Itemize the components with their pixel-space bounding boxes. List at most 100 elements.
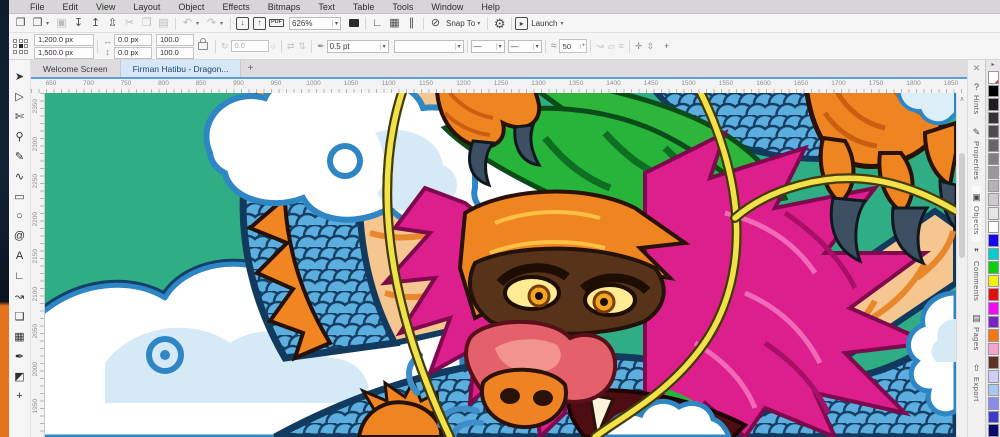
vertical-ruler[interactable]: 2350230022502200215021002050200019501900… (31, 93, 45, 437)
color-swatch-13[interactable] (987, 261, 999, 274)
docker-tab-hints[interactable]: ? Hints (972, 76, 981, 121)
menu-object[interactable]: Object (169, 2, 213, 12)
color-swatch-4[interactable] (987, 138, 999, 152)
color-swatch-22[interactable] (987, 383, 999, 397)
new-document-tab-button[interactable]: + (241, 60, 259, 77)
line-style-combo[interactable]: ▾ (393, 39, 464, 53)
menu-help[interactable]: Help (472, 2, 509, 12)
menu-table[interactable]: Table (344, 2, 384, 12)
save-button[interactable]: ▣ (53, 16, 70, 31)
docker-tab-properties[interactable]: ✎ Properties (972, 121, 981, 186)
color-swatch-18[interactable] (987, 329, 999, 342)
new-document-button[interactable]: ❐ (12, 16, 29, 31)
scale-x-field[interactable]: 100.0 (156, 33, 194, 46)
docker-tab-export[interactable]: ⇧ Export (972, 357, 981, 408)
zoom-tool[interactable]: ⚲ (11, 126, 29, 146)
spinner-buttons[interactable]: + (579, 43, 587, 49)
menu-tools[interactable]: Tools (383, 2, 422, 12)
horizontal-ruler[interactable]: units 6507007508008509009501000105011001… (31, 79, 985, 94)
rotation-angle-field[interactable]: 0.0 (230, 40, 269, 52)
show-grid-button[interactable]: ▦ (386, 16, 403, 31)
polygon-tool[interactable]: @ (11, 226, 29, 246)
two-point-line-tool[interactable]: ∿ (11, 166, 29, 186)
align-button[interactable]: ≡ (619, 41, 624, 51)
menu-layout[interactable]: Layout (124, 2, 169, 12)
fullscreen-preview-button[interactable] (345, 16, 362, 31)
dimension-tool[interactable]: ∟ (11, 266, 29, 286)
document-tab-0[interactable]: Welcome Screen (31, 60, 121, 77)
text-wrap-button[interactable]: ↝ (596, 41, 604, 52)
eyedropper-tool[interactable]: ✒ (11, 346, 29, 366)
color-swatch-24[interactable] (987, 410, 999, 424)
scrollbar-thumb[interactable] (959, 153, 965, 258)
object-width-field[interactable]: 0.0 px (114, 33, 152, 46)
color-swatch-6[interactable] (987, 166, 999, 179)
show-guidelines-button[interactable]: ∥ (403, 16, 420, 31)
arrow-end-combo[interactable]: — ▾ (507, 39, 542, 53)
color-swatch-7[interactable] (987, 179, 999, 193)
export-button[interactable]: ↑ (251, 16, 268, 31)
outline-width-combo[interactable]: 0.5 pt ▾ (326, 39, 389, 53)
scale-y-field[interactable]: 100.0 (156, 46, 194, 59)
redo-dropdown-arrow[interactable]: ▾ (220, 20, 227, 27)
palette-scroll-arrow[interactable]: ▸ (991, 60, 994, 70)
color-swatch-3[interactable] (987, 125, 999, 138)
snap-to-dropdown[interactable]: Snap To (446, 19, 475, 28)
lock-ratio-button[interactable] (198, 38, 208, 50)
connector-tool[interactable]: ↝ (11, 286, 29, 306)
cloud-save-button[interactable]: ↥ (87, 16, 104, 31)
cloud-open-button[interactable]: ↧ (70, 16, 87, 31)
color-swatch-none[interactable] (987, 70, 999, 84)
add-tool-button[interactable]: + (11, 386, 29, 406)
color-swatch-15[interactable] (987, 288, 999, 302)
menu-effects[interactable]: Effects (213, 2, 258, 12)
mirror-vertical-button[interactable]: ⇅ (299, 41, 307, 52)
copy-button[interactable]: ❐ (138, 16, 155, 31)
redo-button[interactable]: ↷ (203, 16, 220, 31)
transparency-tool[interactable]: ▦ (11, 326, 29, 346)
docker-tab-objects[interactable]: ▣ Objects (972, 185, 981, 241)
rectangle-tool[interactable]: ▭ (11, 186, 29, 206)
color-swatch-1[interactable] (987, 98, 999, 111)
color-swatch-23[interactable] (987, 397, 999, 410)
color-swatch-16[interactable] (987, 302, 999, 315)
object-height-field[interactable]: 0.0 px (114, 46, 152, 59)
launch-arrow[interactable]: ▾ (560, 20, 567, 27)
drop-shadow-tool[interactable]: ❑ (11, 306, 29, 326)
color-swatch-19[interactable] (987, 342, 999, 356)
color-swatch-11[interactable] (987, 234, 999, 247)
color-swatch-21[interactable] (987, 370, 999, 383)
color-swatch-20[interactable] (987, 356, 999, 370)
canvas-vertical-scrollbar[interactable]: ∧ (956, 93, 967, 437)
share-button[interactable]: ⇫ (104, 16, 121, 31)
cut-button[interactable]: ✂ (121, 16, 138, 31)
menu-window[interactable]: Window (422, 2, 472, 12)
open-button[interactable]: ❒ (29, 16, 46, 31)
menu-text[interactable]: Text (309, 2, 344, 12)
options-gear-button[interactable]: ⚙ (491, 16, 508, 31)
color-swatch-8[interactable] (987, 193, 999, 206)
text-tool[interactable]: A (11, 246, 29, 266)
color-swatch-2[interactable] (987, 111, 999, 125)
object-origin-widget[interactable] (13, 38, 28, 54)
drawing-canvas[interactable] (45, 93, 956, 437)
show-rulers-button[interactable]: ∟ (369, 16, 386, 31)
shape-tool[interactable]: ▷ (11, 86, 29, 106)
arrow-start-combo[interactable]: — ▾ (470, 39, 505, 53)
scrollbar-up-arrow[interactable]: ∧ (957, 93, 967, 104)
document-tab-1[interactable]: Firman Hatibu - Dragon... (120, 60, 242, 77)
docker-tab-comments[interactable]: ❞ Comments (972, 241, 981, 307)
snap-center-button[interactable]: ✛ (635, 41, 643, 52)
undo-dropdown-arrow[interactable]: ▾ (196, 20, 203, 27)
color-swatch-9[interactable] (987, 206, 999, 220)
color-swatch-10[interactable] (987, 220, 999, 234)
menu-bitmaps[interactable]: Bitmaps (259, 2, 310, 12)
interactive-fill-tool[interactable]: ◩ (11, 366, 29, 386)
undo-button[interactable]: ↶ (179, 16, 196, 31)
color-swatch-12[interactable] (987, 247, 999, 261)
publish-pdf-button[interactable]: PDF (268, 16, 285, 31)
color-swatch-5[interactable] (987, 152, 999, 166)
import-button[interactable]: ↓ (234, 16, 251, 31)
customize-propbar-button[interactable]: + (664, 41, 669, 51)
ellipse-tool[interactable]: ○ (11, 206, 29, 226)
